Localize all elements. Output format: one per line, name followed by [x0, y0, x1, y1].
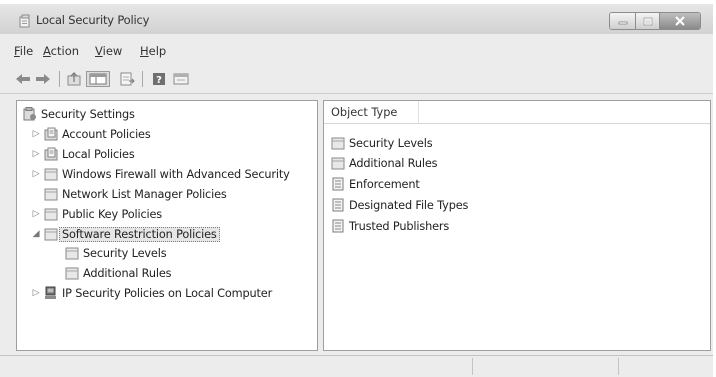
minimize-button[interactable]	[610, 13, 636, 29]
folder-policy-icon	[44, 147, 58, 161]
tree-item-label: IP Security Policies on Local Computer	[62, 286, 273, 300]
back-button[interactable]	[14, 71, 32, 87]
help-icon: ?	[153, 73, 165, 86]
tree-item-label: Security Levels	[83, 246, 167, 260]
tree-item-account-policies[interactable]: ▷ Account Policies	[31, 126, 151, 142]
tree-item-public-key-policies[interactable]: ▷ Public Key Policies	[31, 206, 162, 222]
column-header-label: Object Type	[331, 106, 398, 119]
folder-icon	[65, 247, 79, 260]
folder-icon	[65, 267, 79, 280]
folder-icon	[44, 228, 58, 241]
tree-item-label: Public Key Policies	[62, 207, 163, 221]
ip-security-icon	[45, 286, 56, 299]
properties-icon	[173, 73, 189, 85]
list-item-label: Enforcement	[349, 177, 420, 191]
folder-icon	[331, 137, 345, 150]
tree-item-label: Windows Firewall with Advanced Security	[62, 167, 290, 181]
tree-item-label: Account Policies	[62, 127, 151, 141]
tree-item-label: Software Restriction Policies	[59, 226, 220, 242]
caption-buttons	[609, 12, 701, 30]
tree-item-software-restriction-policies[interactable]: ◢ Software Restriction Policies	[31, 226, 220, 242]
properties-button[interactable]	[172, 71, 190, 87]
details-pane[interactable]: Object Type Security Levels Additional R…	[323, 100, 711, 351]
console-tree-pane[interactable]: Security Settings ▷ Account Policies ▷ L…	[16, 100, 318, 351]
forward-icon	[36, 74, 50, 84]
expand-arrow-icon[interactable]: ▷	[31, 146, 41, 162]
maximize-button[interactable]	[636, 13, 660, 29]
list-item-enforcement[interactable]: Enforcement	[331, 176, 420, 192]
folder-icon	[44, 168, 58, 181]
close-button[interactable]	[660, 13, 700, 29]
tree-item-label: Network List Manager Policies	[62, 187, 227, 201]
window-title: Local Security Policy	[36, 13, 150, 27]
policy-setting-icon	[332, 219, 344, 233]
svg-text:?: ?	[156, 75, 162, 86]
maximize-icon	[643, 17, 652, 25]
list-item-label: Designated File Types	[349, 198, 469, 212]
status-bar	[0, 355, 713, 377]
tree-item-additional-rules[interactable]: Additional Rules	[65, 265, 172, 281]
list-item-label: Security Levels	[349, 136, 433, 150]
tree-item-security-levels[interactable]: Security Levels	[65, 245, 167, 261]
folder-icon	[44, 208, 58, 221]
expand-arrow-icon[interactable]: ▷	[31, 166, 41, 182]
status-segment	[618, 358, 712, 375]
column-resize-handle[interactable]	[418, 101, 419, 123]
menu-help[interactable]: Help	[140, 44, 166, 58]
list-item-designated-file-types[interactable]: Designated File Types	[331, 197, 468, 213]
tree-item-windows-firewall[interactable]: ▷ Windows Firewall with Advanced Securit…	[31, 166, 290, 182]
up-folder-icon	[67, 72, 81, 86]
menu-action[interactable]: Action	[43, 44, 79, 58]
list-item-label: Trusted Publishers	[349, 219, 450, 233]
folder-policy-icon	[44, 127, 58, 141]
list-item-trusted-publishers[interactable]: Trusted Publishers	[331, 218, 449, 234]
status-segment	[472, 358, 619, 375]
back-icon	[16, 74, 30, 84]
folder-icon	[331, 157, 345, 170]
expand-arrow-icon[interactable]: ▷	[31, 206, 41, 222]
title-bar[interactable]: Local Security Policy	[0, 4, 713, 34]
toolbar-separator	[142, 71, 143, 87]
export-list-icon	[120, 72, 135, 86]
list-item-label: Additional Rules	[349, 156, 438, 170]
tree-item-local-policies[interactable]: ▷ Local Policies	[31, 146, 135, 162]
menu-file[interactable]: File	[14, 44, 33, 58]
export-list-button[interactable]	[118, 71, 136, 87]
folder-icon	[44, 188, 58, 201]
security-settings-icon	[23, 107, 36, 121]
forward-button[interactable]	[34, 71, 52, 87]
menu-bar: File Action View Help	[0, 40, 713, 60]
toolbar-separator	[59, 71, 60, 87]
tree-item-ip-security-policies[interactable]: ▷ IP Security Policies on Local Computer	[31, 285, 272, 301]
policy-setting-icon	[332, 198, 344, 212]
list-item-additional-rules[interactable]: Additional Rules	[331, 155, 438, 171]
tree-item-label: Additional Rules	[83, 266, 172, 280]
show-hide-tree-icon	[89, 73, 107, 85]
help-button[interactable]: ?	[150, 71, 168, 87]
policy-setting-icon	[332, 177, 344, 191]
tree-item-label: Security Settings	[41, 107, 135, 121]
expand-arrow-icon[interactable]: ▷	[31, 126, 41, 142]
tree-item-network-list-manager[interactable]: Network List Manager Policies	[31, 186, 227, 202]
list-item-security-levels[interactable]: Security Levels	[331, 135, 433, 151]
column-header-object-type[interactable]: Object Type	[324, 101, 710, 124]
tree-item-label: Local Policies	[62, 147, 135, 161]
close-icon	[675, 16, 685, 26]
minimize-icon	[618, 21, 627, 25]
expand-arrow-icon[interactable]: ▷	[31, 285, 41, 301]
toolbar: ?	[0, 64, 713, 94]
menu-view[interactable]: View	[95, 44, 122, 58]
tree-root[interactable]: Security Settings	[23, 106, 135, 122]
up-one-level-button[interactable]	[66, 71, 84, 87]
app-window: Local Security Policy File Action View H…	[0, 0, 716, 377]
collapse-arrow-icon[interactable]: ◢	[31, 226, 41, 242]
show-hide-console-tree-button[interactable]	[86, 71, 110, 87]
local-security-policy-icon	[19, 14, 30, 28]
